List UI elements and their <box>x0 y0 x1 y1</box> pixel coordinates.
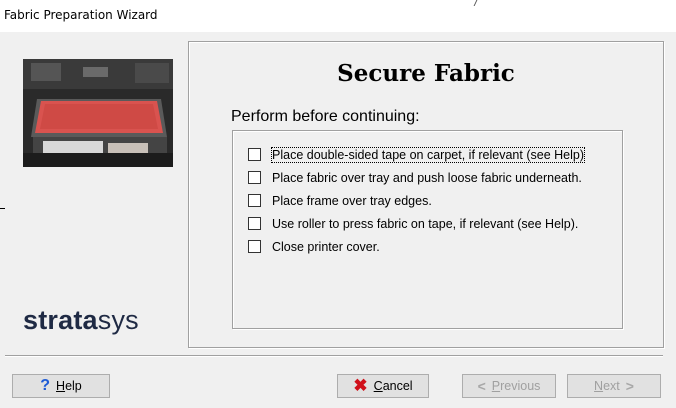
task-label: Place double-sided tape on carpet, if re… <box>271 146 585 163</box>
help-question-icon: ? <box>40 377 51 394</box>
task-label: Close printer cover. <box>272 239 380 254</box>
task-checkbox[interactable] <box>248 240 261 253</box>
previous-button[interactable]: < Previous <box>462 374 556 398</box>
window-title: Fabric Preparation Wizard <box>4 8 158 22</box>
task-label: Use roller to press fabric on tape, if r… <box>272 216 579 231</box>
next-button[interactable]: Next > <box>567 374 661 398</box>
instructions-label: Perform before continuing: <box>231 108 420 125</box>
wizard-sidebar: stratasys <box>5 41 188 346</box>
cancel-button[interactable]: ✖ Cancel <box>337 374 429 398</box>
wizard-client-area: stratasys Secure Fabric Perform before c… <box>0 32 676 408</box>
task-place-fabric[interactable]: Place fabric over tray and push loose fa… <box>248 169 582 186</box>
task-label: Place frame over tray edges. <box>272 193 432 208</box>
next-button-label: Next <box>594 379 620 393</box>
wizard-main-panel: Secure Fabric Perform before continuing:… <box>188 41 664 348</box>
task-tape-carpet[interactable]: Place double-sided tape on carpet, if re… <box>248 146 585 163</box>
cancel-x-icon: ✖ <box>353 376 368 395</box>
previous-button-label: Previous <box>491 379 541 393</box>
task-use-roller[interactable]: Use roller to press fabric on tape, if r… <box>248 215 578 232</box>
task-checkbox[interactable] <box>248 171 261 184</box>
task-close-cover[interactable]: Close printer cover. <box>248 238 380 255</box>
task-checkbox[interactable] <box>248 217 261 230</box>
task-checklist: Place double-sided tape on carpet, if re… <box>232 130 623 329</box>
cancel-button-label: Cancel <box>373 379 413 393</box>
task-place-frame[interactable]: Place frame over tray edges. <box>248 192 432 209</box>
left-arrow-icon: < <box>477 378 486 394</box>
help-button-label: Help <box>56 379 82 393</box>
title-bar: Fabric Preparation Wizard <box>0 0 676 32</box>
right-arrow-icon: > <box>625 378 634 394</box>
footer-separator <box>5 355 663 357</box>
page-title: Secure Fabric <box>337 60 515 87</box>
task-label: Place fabric over tray and push loose fa… <box>272 170 582 185</box>
printer-tray-photo <box>23 59 173 167</box>
task-checkbox[interactable] <box>248 148 261 161</box>
title-bar-mark <box>473 0 482 6</box>
stratasys-logo: stratasys <box>23 305 139 335</box>
task-checkbox[interactable] <box>248 194 261 207</box>
help-button[interactable]: ? Help <box>12 374 110 398</box>
